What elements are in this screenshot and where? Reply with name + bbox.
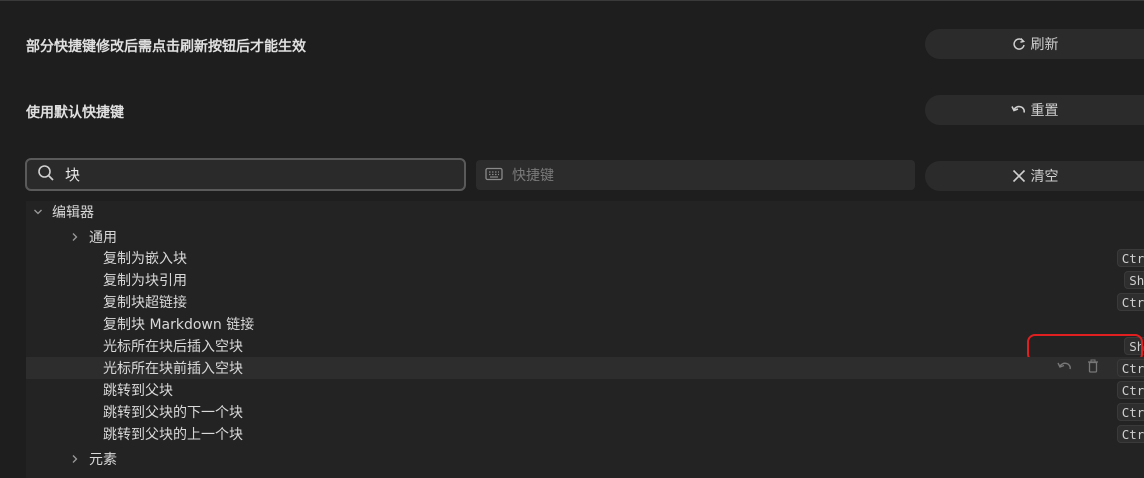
shortcut-label: 复制为嵌入块 bbox=[103, 251, 187, 267]
shortcut-label: 光标所在块后插入空块 bbox=[103, 339, 243, 355]
shortcut-input[interactable]: 快捷键 bbox=[476, 160, 915, 190]
shortcut-label: 复制块超链接 bbox=[103, 295, 187, 311]
shortcut-key[interactable]: Ctrl+Shift+J bbox=[1116, 381, 1144, 399]
shortcut-key[interactable]: Ctrl+Shift+E bbox=[1116, 249, 1144, 267]
clear-button[interactable]: 清空 bbox=[925, 161, 1144, 191]
shortcut-key[interactable]: Shift+Enter bbox=[1124, 337, 1144, 355]
undo-icon[interactable] bbox=[1057, 360, 1073, 377]
clear-button-label: 清空 bbox=[1030, 169, 1059, 185]
refresh-icon bbox=[1011, 36, 1027, 52]
trash-icon[interactable] bbox=[1087, 359, 1099, 377]
shortcut-label: 复制为块引用 bbox=[103, 273, 187, 289]
shortcut-label: 跳转到父块 bbox=[103, 383, 173, 399]
shortcut-label: 跳转到父块的上一个块 bbox=[103, 427, 243, 443]
shortcut-label: 光标所在块前插入空块 bbox=[103, 361, 243, 377]
search-input[interactable]: 块 bbox=[25, 158, 466, 191]
row-actions bbox=[1057, 359, 1099, 377]
keyboard-icon bbox=[485, 166, 503, 185]
close-icon bbox=[1011, 168, 1027, 184]
tree-group-editor[interactable]: 编辑器 bbox=[26, 201, 1144, 223]
reset-button-label: 重置 bbox=[1030, 103, 1059, 119]
refresh-hint-label: 部分快捷键修改后需点击刷新按钮后才能生效 bbox=[26, 39, 306, 55]
list-item[interactable]: 光标所在块后插入空块 Shift+Enter bbox=[26, 335, 1144, 357]
undo-icon bbox=[1010, 102, 1027, 118]
chevron-down-icon bbox=[32, 206, 44, 218]
reset-button[interactable]: 重置 bbox=[925, 95, 1144, 125]
search-icon bbox=[37, 164, 55, 186]
tree-group-label: 编辑器 bbox=[52, 205, 94, 221]
list-item[interactable]: 复制块超链接 Ctrl+Shift+H bbox=[26, 291, 1144, 313]
list-item[interactable]: 复制块 Markdown 链接 bbox=[26, 313, 1144, 335]
shortcut-key[interactable]: Ctrl+Shift+H bbox=[1116, 293, 1144, 311]
shortcut-key[interactable]: Ctrl+Shift+N bbox=[1116, 403, 1144, 421]
chevron-right-icon bbox=[69, 453, 81, 465]
tree-group-elements[interactable]: 元素 bbox=[26, 448, 1144, 470]
tree-group-label: 通用 bbox=[89, 230, 117, 246]
tree-group-general[interactable]: 通用 bbox=[26, 226, 1144, 248]
list-item[interactable]: 跳转到父块 Ctrl+Shift+J bbox=[26, 379, 1144, 401]
shortcut-settings-panel: 部分快捷键修改后需点击刷新按钮后才能生效 刷新 使用默认快捷键 重置 块 快捷键… bbox=[0, 0, 1144, 478]
chevron-right-icon bbox=[69, 231, 81, 243]
shortcut-tree: 编辑器 通用 复制为嵌入块 Ctrl+Shift+E 复制为块引用 Shift+… bbox=[26, 201, 1144, 478]
list-item[interactable]: 复制为块引用 Shift+Alt+C bbox=[26, 269, 1144, 291]
search-input-value: 块 bbox=[65, 166, 81, 184]
default-shortcuts-label: 使用默认快捷键 bbox=[26, 105, 124, 121]
top-divider bbox=[0, 0, 1144, 1]
shortcut-key[interactable]: Shift+Alt+C bbox=[1124, 271, 1144, 289]
refresh-button[interactable]: 刷新 bbox=[925, 29, 1144, 59]
list-item[interactable]: 跳转到父块的下一个块 Ctrl+Shift+N bbox=[26, 401, 1144, 423]
shortcut-input-placeholder: 快捷键 bbox=[512, 168, 554, 184]
shortcut-key[interactable]: Ctrl+Shift+M bbox=[1116, 425, 1144, 443]
shortcut-key[interactable]: Ctrl+Shift+B bbox=[1116, 359, 1144, 377]
list-item[interactable]: 光标所在块前插入空块 Ctrl+Shift+B bbox=[26, 357, 1144, 379]
list-item[interactable]: 复制为嵌入块 Ctrl+Shift+E bbox=[26, 247, 1144, 269]
tree-group-label: 元素 bbox=[89, 452, 117, 468]
refresh-button-label: 刷新 bbox=[1030, 37, 1059, 53]
shortcut-label: 跳转到父块的下一个块 bbox=[103, 405, 243, 421]
list-item[interactable]: 跳转到父块的上一个块 Ctrl+Shift+M bbox=[26, 423, 1144, 445]
shortcut-label: 复制块 Markdown 链接 bbox=[103, 317, 255, 333]
